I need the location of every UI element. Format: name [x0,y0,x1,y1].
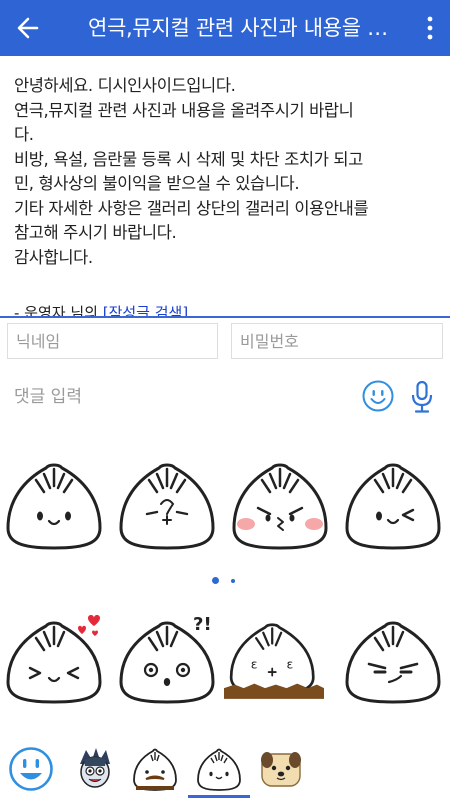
dumpling-smirk-sticker[interactable] [343,608,443,704]
operator-row: - 운영자 님의 [작성글 검색] [14,301,434,317]
comment-input[interactable]: 댓글 입력 [14,382,82,412]
more-vertical-icon[interactable] [420,12,440,44]
active-tab-indicator [188,795,250,798]
smiley-tab-icon[interactable] [8,746,54,792]
notice-line: 참고해 주시기 바랍니다. [14,223,177,242]
page-dot [231,579,235,583]
dumpling-mud-sticker[interactable]: ε ε [224,608,324,704]
dumpling-wink-sticker[interactable] [343,458,443,554]
svg-text:?!: ?! [193,614,212,635]
dumpling-mustache-sticker[interactable] [117,458,217,554]
notice-line: 비방, 욕설, 음란물 등록 시 삭제 및 차단 조치가 되고 [14,149,363,169]
gallery-notice: 안녕하세요. 디시인사이드입니다. 연극,뮤지컬 관련 사진과 내용을 올려주시… [14,74,444,270]
page-dot-active [212,577,219,584]
vampire-tab-icon[interactable] [72,746,118,792]
password-input[interactable]: 비밀번호 [231,323,443,359]
notice-line: 기타 자세한 사항은 갤러리 상단의 갤러리 이용안내를 [14,198,369,218]
smiley-icon[interactable] [362,380,394,412]
divider [0,316,450,318]
sticker-tab-bar [0,736,450,800]
dumpling-blush-kiss-sticker[interactable] [230,458,330,554]
svg-text:ε: ε [287,657,294,672]
notice-line: 민, 형사상의 불이익을 받으실 수 있습니다. [14,174,300,193]
puppy-tab-icon[interactable] [258,746,304,792]
dumpling-question-sticker[interactable]: ?! [117,608,217,704]
svg-text:ε: ε [251,657,258,672]
microphone-icon[interactable] [410,380,434,414]
nickname-input[interactable]: 닉네임 [7,323,218,359]
dumpling-tab-icon[interactable] [196,746,242,792]
page-title: 연극,뮤지컬 관련 사진과 내용을 올려주시기 바랍니다 [88,16,406,40]
app-bar: 연극,뮤지컬 관련 사진과 내용을 올려주시기 바랍니다 [0,0,450,56]
dumpling-hearts-sticker[interactable] [4,608,104,704]
notice-line: 다. [14,125,34,144]
notice-line: 안녕하세요. 디시인사이드입니다. [14,76,236,95]
notice-line: 감사합니다. [14,247,93,267]
arrow-left-icon[interactable] [8,8,48,48]
notice-line: 연극,뮤지컬 관련 사진과 내용을 올려주시기 바랍니 [14,100,354,120]
dumpling-mustache-tab-icon[interactable] [132,746,178,792]
dumpling-smile-sticker[interactable] [4,458,104,554]
